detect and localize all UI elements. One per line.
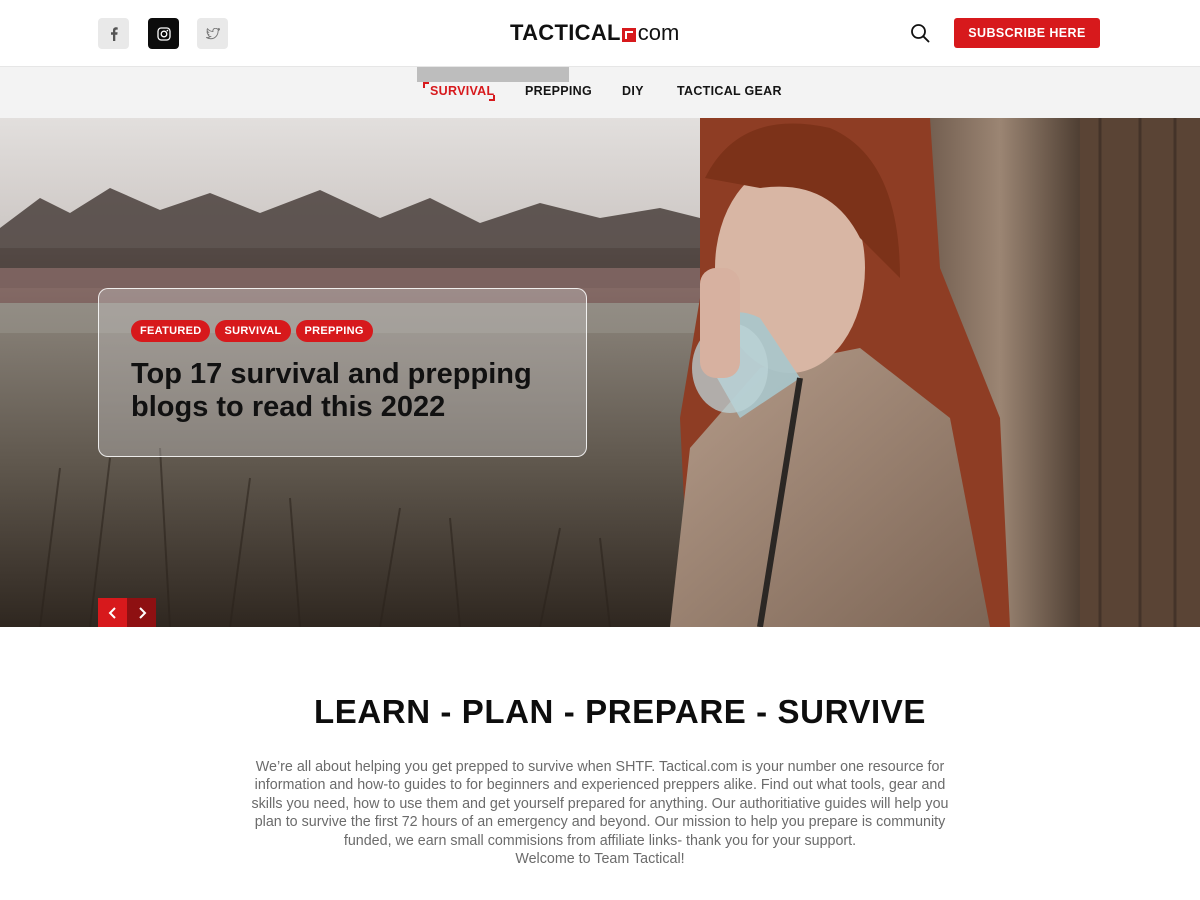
tag-survival[interactable]: SURVIVAL	[215, 320, 291, 342]
chevron-right-icon	[138, 606, 146, 619]
mission-heading: LEARN - PLAN - PREPARE - SURVIVE	[313, 693, 927, 730]
featured-post-title[interactable]: Top 17 survival and prepping blogs to re…	[131, 358, 551, 424]
chevron-left-icon	[108, 606, 116, 619]
mission-description: We’re all about helping you get prepped …	[220, 758, 980, 868]
mission-line: skills you need, how to use them and get…	[251, 795, 949, 812]
active-bracket-bottom-right	[489, 95, 495, 101]
nav-item-prepping[interactable]: PREPPING	[525, 84, 592, 98]
twitter-link[interactable]	[197, 18, 228, 49]
logo-text: TACTICAL	[510, 20, 621, 45]
search-button[interactable]	[908, 22, 932, 46]
site-header: TACTICAL com SUBSCRIBE HERE	[0, 0, 1200, 67]
instagram-icon	[156, 26, 171, 41]
subscribe-button[interactable]: SUBSCRIBE HERE	[954, 18, 1100, 48]
mission-line: plan to survive the first 72 hours of an…	[254, 814, 946, 831]
tag-featured[interactable]: FEATURED	[131, 320, 211, 342]
site-logo[interactable]: TACTICAL com	[510, 20, 679, 46]
mission-line: Welcome to Team Tactical!	[515, 851, 685, 868]
logo-mark-icon	[621, 28, 636, 42]
mission-line: information and how-to guides to for beg…	[254, 777, 946, 794]
facebook-icon	[110, 26, 118, 41]
main-nav: SURVIVAL PREPPING DIY TACTICAL GEAR	[0, 67, 1200, 118]
slider-next-button[interactable]	[127, 598, 156, 627]
post-tags: FEATURED SURVIVAL PREPPING	[131, 320, 373, 342]
nav-item-diy[interactable]: DIY	[622, 84, 644, 98]
search-icon	[911, 23, 930, 42]
tag-prepping[interactable]: PREPPING	[295, 320, 373, 342]
twitter-icon	[205, 27, 220, 39]
logo-domain: com	[637, 20, 680, 45]
instagram-link[interactable]	[148, 18, 179, 49]
facebook-link[interactable]	[98, 18, 129, 49]
active-bracket-top-left	[423, 82, 429, 88]
mission-line: We’re all about helping you get prepped …	[255, 759, 945, 775]
nav-item-tactical-gear[interactable]: TACTICAL GEAR	[677, 84, 782, 98]
nav-hover-indicator	[417, 67, 569, 82]
slider-prev-button[interactable]	[98, 598, 127, 627]
mission-line: funded, we earn small commisions from af…	[343, 832, 857, 849]
nav-item-survival[interactable]: SURVIVAL	[430, 84, 494, 98]
